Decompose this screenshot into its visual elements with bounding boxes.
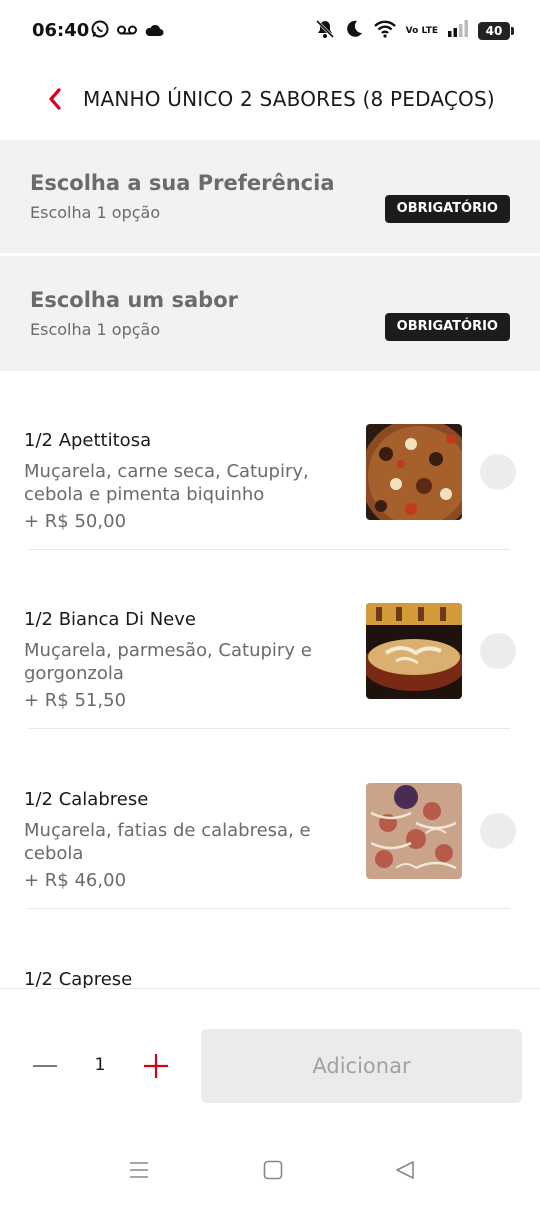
increase-quantity-button[interactable] [141, 1051, 171, 1081]
bottom-bar: 1 Adicionar [0, 988, 540, 1128]
item-radio[interactable] [480, 633, 516, 669]
system-nav-bar [0, 1128, 540, 1206]
item-divider [28, 908, 510, 909]
minus-icon [33, 1065, 57, 1067]
status-time: 06:40 [32, 20, 90, 41]
status-bar: 06:40 Vo LTE 40 [0, 0, 540, 62]
battery-icon: 40 [478, 22, 514, 40]
home-icon[interactable] [263, 1160, 283, 1184]
item-image[interactable] [366, 424, 462, 520]
flavor-item-caprese[interactable]: 1/2 Caprese [0, 920, 540, 988]
chevron-left-icon [49, 88, 61, 110]
header: MANHO ÚNICO 2 SABORES (8 PEDAÇOS) [0, 62, 540, 140]
section-subtitle: Escolha 1 opção [30, 320, 161, 339]
signal-icon [447, 20, 469, 42]
flavor-item-bianca-di-neve[interactable]: 1/2 Bianca Di Neve Muçarela, parmesão, C… [0, 560, 540, 740]
add-button[interactable]: Adicionar [201, 1029, 522, 1103]
plus-icon [144, 1054, 168, 1078]
bell-off-icon [315, 19, 335, 43]
status-right-icons: Vo LTE 40 [315, 19, 514, 43]
item-price: + R$ 46,00 [24, 870, 127, 891]
section-subtitle: Escolha 1 opção [30, 203, 161, 222]
required-badge: OBRIGATÓRIO [384, 195, 510, 223]
item-image[interactable] [366, 783, 462, 879]
required-badge: OBRIGATÓRIO [384, 313, 510, 341]
item-name: 1/2 Apettitosa [24, 430, 152, 451]
section-title: Escolha um sabor [30, 288, 238, 312]
status-left-icons [90, 19, 164, 43]
volte-icon: Vo LTE [405, 25, 438, 36]
flavor-item-calabrese[interactable]: 1/2 Calabrese Muçarela, fatias de calabr… [0, 740, 540, 920]
wifi-icon [373, 20, 397, 42]
back-icon[interactable] [395, 1160, 415, 1184]
item-divider [28, 549, 510, 550]
item-radio[interactable] [480, 813, 516, 849]
section-flavor[interactable]: Escolha um sabor Escolha 1 opção OBRIGAT… [0, 256, 540, 371]
moon-icon [344, 19, 364, 43]
page-title: MANHO ÚNICO 2 SABORES (8 PEDAÇOS) [83, 87, 495, 111]
quantity-value: 1 [94, 1055, 106, 1075]
item-image[interactable] [366, 603, 462, 699]
decrease-quantity-button[interactable] [30, 1051, 60, 1081]
section-title: Escolha a sua Preferência [30, 171, 335, 195]
cloud-icon [144, 22, 164, 41]
voicemail-icon [116, 22, 138, 41]
item-description: Muçarela, fatias de calabresa, e cebola [24, 820, 311, 864]
recents-icon[interactable] [129, 1160, 149, 1184]
item-description: Muçarela, parmesão, Catupiry e gorgonzol… [24, 640, 312, 684]
section-preference[interactable]: Escolha a sua Preferência Escolha 1 opçã… [0, 140, 540, 253]
flavor-item-apettitosa[interactable]: 1/2 Apettitosa Muçarela, carne seca, Cat… [0, 381, 540, 561]
back-button[interactable] [40, 84, 70, 114]
whatsapp-icon [90, 19, 110, 43]
item-radio[interactable] [480, 454, 516, 490]
item-price: + R$ 51,50 [24, 690, 127, 711]
item-name: 1/2 Caprese [24, 969, 133, 988]
item-description: Muçarela, carne seca, Catupiry, cebola e… [24, 461, 309, 505]
item-price: + R$ 50,00 [24, 511, 127, 532]
item-name: 1/2 Calabrese [24, 789, 149, 810]
item-divider [28, 728, 510, 729]
item-name: 1/2 Bianca Di Neve [24, 609, 196, 630]
